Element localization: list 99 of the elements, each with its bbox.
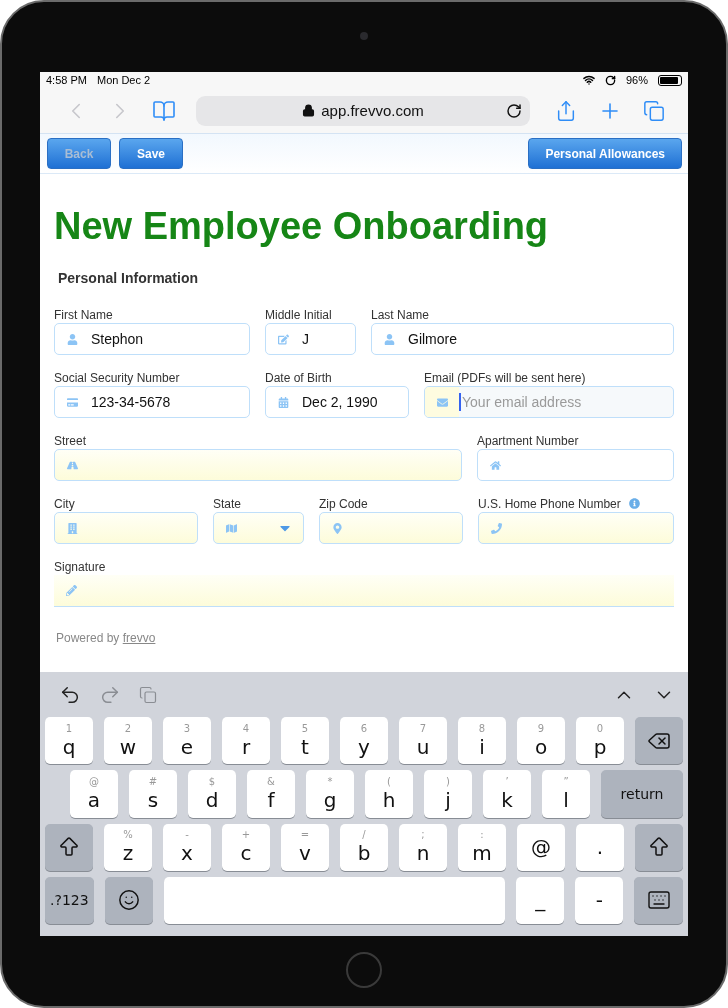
input-field[interactable]: Dec 2, 1990 bbox=[265, 386, 409, 418]
road-icon bbox=[66, 459, 78, 471]
keyboard-key[interactable]: = v bbox=[281, 823, 329, 871]
field-label: Date of Birth bbox=[265, 370, 332, 385]
field-label: Last Name bbox=[371, 307, 430, 322]
calendar-icon bbox=[277, 396, 289, 408]
field-label: City bbox=[54, 496, 75, 511]
keyboard-key[interactable]: 9 o bbox=[517, 717, 565, 765]
map-icon bbox=[225, 522, 237, 534]
info-icon[interactable] bbox=[628, 498, 640, 509]
rotation-lock-icon bbox=[604, 74, 616, 86]
field-label: Signature bbox=[54, 559, 106, 574]
battery-icon bbox=[658, 74, 682, 86]
status-date: Mon Dec 2 bbox=[96, 74, 151, 86]
person-icon bbox=[383, 333, 395, 345]
powered-by-text: Powered by frevvo bbox=[56, 631, 157, 645]
keyboard-key[interactable]: . bbox=[576, 823, 624, 871]
edit-icon bbox=[277, 333, 289, 345]
envelope-icon bbox=[436, 396, 448, 408]
delete-key[interactable] bbox=[635, 717, 683, 765]
input-field[interactable]: J bbox=[265, 323, 356, 355]
input-field[interactable]: 123-34-5678 bbox=[54, 386, 250, 418]
keyboard-key[interactable]: ’ k bbox=[483, 770, 531, 818]
keyboard-key[interactable]: @ a bbox=[70, 770, 118, 818]
keyboard-key[interactable]: 2 w bbox=[104, 717, 152, 765]
url-text: app.frevvo.com bbox=[321, 102, 424, 119]
camera bbox=[360, 32, 368, 40]
smiley-icon bbox=[118, 889, 141, 912]
emoji-key[interactable] bbox=[104, 876, 154, 924]
field-label: Social Security Number bbox=[54, 370, 180, 385]
shift-key[interactable] bbox=[45, 823, 93, 871]
nav-button[interactable]: Save bbox=[119, 138, 183, 169]
address-bar[interactable]: app.frevvo.com bbox=[196, 95, 530, 126]
keyboard-key[interactable]: _ bbox=[516, 876, 565, 924]
keyboard-key[interactable]: 7 u bbox=[399, 717, 447, 765]
section-heading: Personal Information bbox=[58, 270, 200, 286]
home-button[interactable] bbox=[346, 952, 382, 988]
keyboard-key[interactable]: ( h bbox=[365, 770, 413, 818]
keyboard-key[interactable]: * g bbox=[306, 770, 354, 818]
phone-icon bbox=[490, 522, 502, 534]
keyboard-key[interactable]: & f bbox=[247, 770, 295, 818]
keyboard-key[interactable]: + c bbox=[222, 823, 270, 871]
field-label: Zip Code bbox=[319, 496, 368, 511]
field-label: State bbox=[213, 496, 242, 511]
keyboard-key[interactable]: 1 q bbox=[45, 717, 93, 765]
nav-button[interactable]: Personal Allowances bbox=[528, 138, 682, 169]
battery-percent: 96% bbox=[625, 74, 648, 86]
lock-icon bbox=[302, 104, 316, 117]
building-icon bbox=[66, 522, 78, 534]
keyboard-key[interactable]: 6 y bbox=[340, 717, 388, 765]
keyboard-key[interactable]: : m bbox=[458, 823, 506, 871]
input-field[interactable] bbox=[477, 449, 674, 481]
frevvo-link[interactable]: frevvo bbox=[122, 631, 156, 645]
space-key[interactable] bbox=[164, 876, 506, 924]
input-field[interactable] bbox=[54, 449, 462, 481]
field-label: Apartment Number bbox=[477, 433, 579, 448]
field-label: First Name bbox=[54, 307, 113, 322]
keyboard-key[interactable]: 8 i bbox=[458, 717, 506, 765]
keyboard-key[interactable]: # s bbox=[129, 770, 177, 818]
form-title: New Employee Onboarding bbox=[54, 204, 550, 248]
keyboard-key[interactable]: ) j bbox=[424, 770, 472, 818]
keyboard-key[interactable]: % z bbox=[104, 823, 152, 871]
keyboard-key[interactable]: ; n bbox=[399, 823, 447, 871]
numbers-key[interactable]: .?123 bbox=[45, 876, 94, 924]
keyboard-key[interactable]: ” l bbox=[542, 770, 590, 818]
input-field[interactable] bbox=[478, 512, 674, 544]
bookmarks-icon[interactable] bbox=[152, 98, 176, 123]
card-icon bbox=[66, 396, 78, 408]
wifi-icon bbox=[582, 74, 595, 86]
field-label: Email (PDFs will be sent here) bbox=[424, 370, 586, 385]
hide-keyboard-key[interactable] bbox=[634, 876, 683, 924]
return-key[interactable]: return bbox=[601, 770, 683, 818]
keyboard-key[interactable]: 0 p bbox=[576, 717, 624, 765]
person-icon bbox=[66, 333, 78, 345]
shift-key[interactable] bbox=[635, 823, 683, 871]
tabs-icon[interactable] bbox=[643, 99, 665, 122]
pencil-icon bbox=[65, 585, 77, 596]
keyboard-key[interactable]: @ bbox=[517, 823, 565, 871]
field-label: U.S. Home Phone Number bbox=[478, 496, 621, 511]
house-icon bbox=[489, 459, 501, 471]
input-field[interactable] bbox=[319, 512, 463, 544]
input-field[interactable] bbox=[54, 512, 198, 544]
field-label: Middle Initial bbox=[265, 307, 332, 322]
map-pin-icon bbox=[331, 522, 343, 534]
keyboard-key[interactable]: 3 e bbox=[163, 717, 211, 765]
reload-icon[interactable] bbox=[506, 102, 522, 119]
input-field[interactable]: Gilmore bbox=[371, 323, 674, 355]
keyboard-key[interactable]: $ d bbox=[188, 770, 236, 818]
field-label: Street bbox=[54, 433, 86, 448]
input-field[interactable]: Stephon bbox=[54, 323, 250, 355]
keyboard-key[interactable]: - x bbox=[163, 823, 211, 871]
keyboard-key[interactable]: / b bbox=[340, 823, 388, 871]
share-icon[interactable] bbox=[555, 99, 577, 122]
keyboard-key[interactable]: 4 r bbox=[222, 717, 270, 765]
status-time: 4:58 PM bbox=[46, 74, 87, 86]
signature-field[interactable] bbox=[54, 575, 674, 607]
keyboard-key[interactable]: - bbox=[575, 876, 624, 924]
state-dropdown[interactable] bbox=[213, 512, 304, 544]
keyboard-key[interactable]: 5 t bbox=[281, 717, 329, 765]
